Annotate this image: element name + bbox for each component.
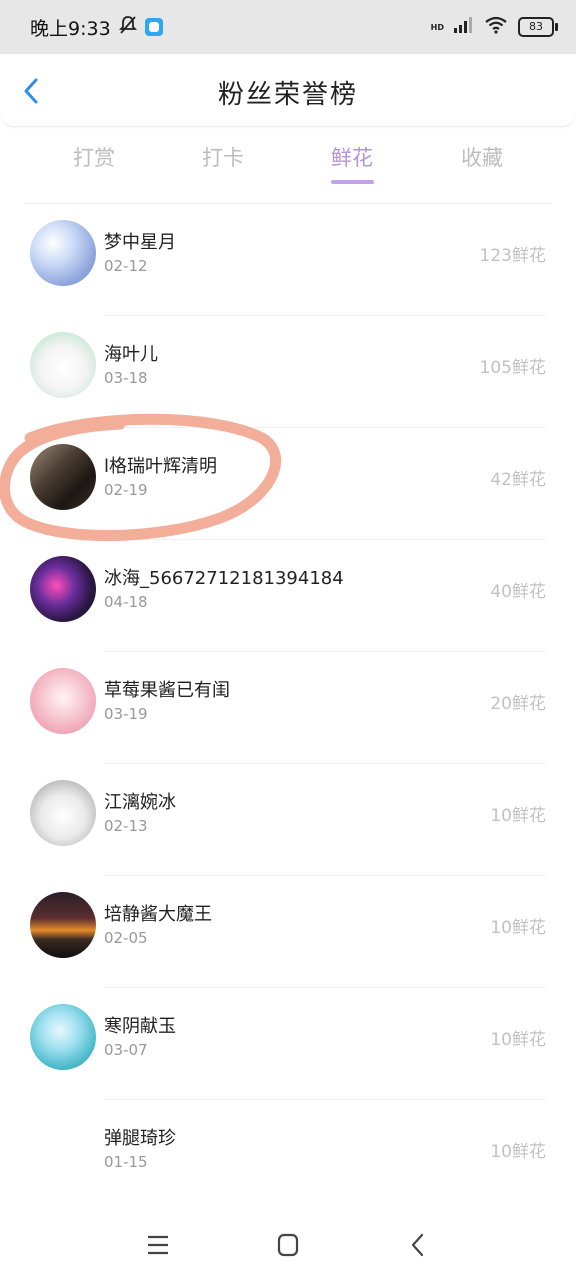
page-header: 粉丝荣誉榜 [0,54,576,127]
list-item[interactable]: 海叶儿 03-18 105鲜花 [0,316,576,428]
list-item[interactable]: 梦中星月 02-12 123鲜花 [0,204,576,316]
list-item[interactable]: 培静酱大魔王 02-05 10鲜花 [0,876,576,988]
tab-bar: 打赏 打卡 鲜花 收藏 [0,132,576,192]
signal-icon [454,17,474,37]
system-nav-bar [0,1210,576,1280]
list-item[interactable]: 寒阴献玉 03-07 10鲜花 [0,988,576,1100]
fan-name: 江漓婉冰 [104,792,176,813]
fan-date: 02-12 [104,257,148,275]
list-item[interactable]: 江漓婉冰 02-13 10鲜花 [0,764,576,876]
fan-date: 02-05 [104,929,148,947]
page-title: 粉丝荣誉榜 [217,80,358,110]
avatar [30,220,96,286]
fan-date: 03-19 [104,705,148,723]
status-bar: 晚上9:33 HD 83 [0,0,576,54]
flower-count: 10鲜花 [490,1142,546,1162]
avatar [30,668,96,734]
fan-list: 梦中星月 02-12 123鲜花 海叶儿 03-18 105鲜花 l格瑞叶辉清明… [0,204,576,1212]
home-icon[interactable] [268,1228,308,1262]
flower-count: 42鲜花 [490,470,546,490]
tab-tips[interactable]: 打赏 [44,142,144,172]
fan-name: 寒阴献玉 [104,1016,176,1037]
tab-checkin[interactable]: 打卡 [173,142,273,172]
fan-date: 02-13 [104,817,148,835]
fan-name: 海叶儿 [104,344,158,365]
fan-name: 冰海_56672712181394184 [104,568,344,589]
flower-count: 123鲜花 [479,246,546,266]
fan-name: 草莓果酱已有闺 [104,680,230,701]
menu-icon[interactable] [138,1228,178,1262]
flower-count: 10鲜花 [490,918,546,938]
list-item[interactable]: 弹腿琦珍 01-15 10鲜花 [0,1100,576,1212]
bell-muted-icon [118,15,137,40]
fan-date: 02-19 [104,481,148,499]
fan-date: 03-18 [104,369,148,387]
fan-name: 梦中星月 [104,232,176,253]
flower-count: 10鲜花 [490,1030,546,1050]
status-time: 晚上9:33 [30,17,111,40]
flower-count: 10鲜花 [490,806,546,826]
fan-name: 弹腿琦珍 [104,1128,176,1149]
app-notification-icon [144,18,163,36]
flower-count: 105鲜花 [479,358,546,378]
avatar [30,892,96,958]
tab-flowers[interactable]: 鲜花 [302,142,402,172]
avatar [30,444,96,510]
fan-date: 03-07 [104,1041,148,1059]
fan-name: 培静酱大魔王 [104,904,212,925]
list-item[interactable]: l格瑞叶辉清明 02-19 42鲜花 [0,428,576,540]
flower-count: 20鲜花 [490,694,546,714]
active-tab-indicator [331,180,374,184]
avatar [30,1004,96,1070]
fan-name: l格瑞叶辉清明 [104,456,218,477]
avatar [30,780,96,846]
wifi-icon [484,16,508,38]
battery-indicator: 83 [518,17,558,37]
tab-favorites[interactable]: 收藏 [432,142,532,172]
avatar [30,556,96,622]
fan-date: 04-18 [104,593,148,611]
hd-label: HD [430,22,444,32]
list-item[interactable]: 冰海_56672712181394184 04-18 40鲜花 [0,540,576,652]
fan-date: 01-15 [104,1153,148,1171]
back-icon[interactable] [398,1228,438,1262]
avatar [30,332,96,398]
flower-count: 40鲜花 [490,582,546,602]
list-item[interactable]: 草莓果酱已有闺 03-19 20鲜花 [0,652,576,764]
avatar [30,1116,96,1182]
